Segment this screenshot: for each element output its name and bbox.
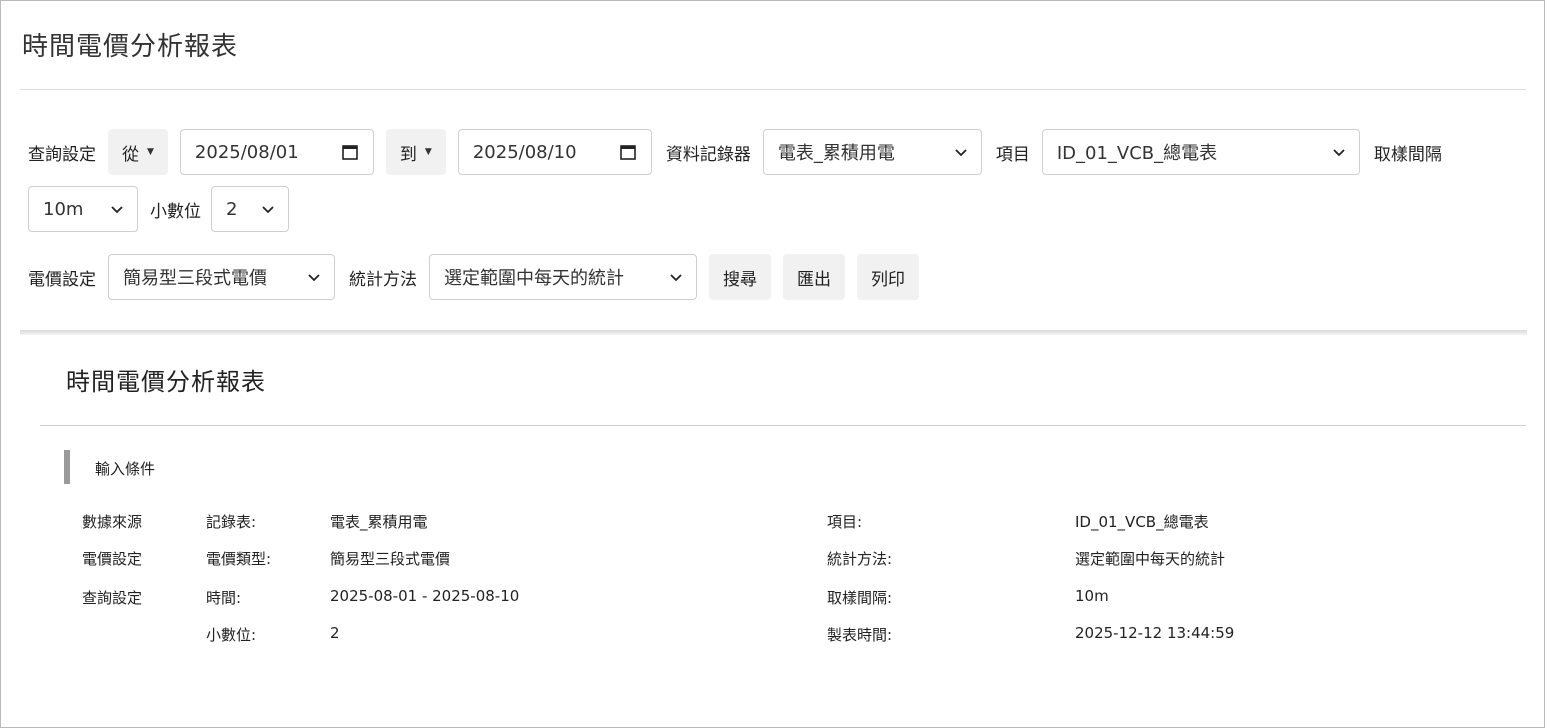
chevron-down-icon xyxy=(308,274,320,282)
sampling-interval-value: 10m xyxy=(43,198,84,220)
query-settings-heading: 查詢設定 xyxy=(82,589,143,607)
price-type-value: 簡易型三段式電價 xyxy=(330,550,451,568)
price-settings-label: 電價設定 xyxy=(28,269,96,290)
calendar-icon[interactable] xyxy=(619,143,637,161)
calendar-icon[interactable] xyxy=(341,143,359,161)
stat-method-label: 統計方法 xyxy=(349,269,417,290)
item-key: 項目: xyxy=(827,513,863,531)
to-date-value: 2025/08/10 xyxy=(472,141,577,163)
time-key: 時間: xyxy=(206,589,242,607)
page-title: 時間電價分析報表 xyxy=(22,32,239,62)
chevron-down-icon xyxy=(670,274,682,282)
section-heading: 輸入條件 xyxy=(95,460,156,478)
price-type-key: 電價類型: xyxy=(206,550,272,568)
interval-value: 10m xyxy=(1075,587,1109,605)
query-row-2: 10m 小數位 2 xyxy=(28,186,289,232)
to-label: 到 xyxy=(399,144,417,165)
price-row: 電價設定 簡易型三段式電價 統計方法 選定範圍中每天的統計 搜尋 匯出 列印 xyxy=(28,254,919,300)
decimal-value: 2 xyxy=(226,198,238,220)
stat-method-value: 選定範圍中每天的統計 xyxy=(1075,550,1226,568)
item-label: 項目 xyxy=(995,144,1030,165)
print-button[interactable]: 列印 xyxy=(857,254,919,300)
stat-method-value: 選定範圍中每天的統計 xyxy=(444,268,624,289)
decimal-key: 小數位: xyxy=(206,626,257,644)
export-button[interactable]: 匯出 xyxy=(783,254,845,300)
query-row-1: 查詢設定 從 ▼ 2025/08/01 到 ▼ 2025/08/10 資料記錄器… xyxy=(28,129,1442,175)
item-value: ID_01_VCB_總電表 xyxy=(1056,143,1218,164)
price-settings-heading: 電價設定 xyxy=(82,550,143,568)
interval-key: 取樣間隔: xyxy=(827,589,893,607)
price-type-value: 簡易型三段式電價 xyxy=(123,268,267,289)
price-type-select[interactable]: 簡易型三段式電價 xyxy=(108,254,335,300)
from-date-value: 2025/08/01 xyxy=(194,141,299,163)
chevron-down-icon xyxy=(111,206,123,214)
decimal-label: 小數位 xyxy=(150,201,201,222)
search-button[interactable]: 搜尋 xyxy=(709,254,771,300)
sampling-interval-label: 取樣間隔 xyxy=(1373,144,1442,165)
decimal-select[interactable]: 2 xyxy=(211,186,289,232)
item-select[interactable]: ID_01_VCB_總電表 xyxy=(1041,129,1360,175)
to-date-input[interactable]: 2025/08/10 xyxy=(457,129,652,175)
logger-key: 記錄表: xyxy=(206,513,257,531)
to-dropdown-button[interactable]: 到 ▼ xyxy=(385,129,446,175)
from-label: 從 xyxy=(122,144,139,165)
created-time-key: 製表時間: xyxy=(827,626,893,644)
data-source-heading: 數據來源 xyxy=(82,513,143,531)
stat-method-key: 統計方法: xyxy=(827,550,893,568)
query-settings-label: 查詢設定 xyxy=(28,144,96,165)
item-value: ID_01_VCB_總電表 xyxy=(1075,513,1209,531)
caret-down-icon: ▼ xyxy=(424,147,432,157)
data-logger-label: 資料記錄器 xyxy=(665,144,751,165)
data-logger-select[interactable]: 電表_累積用電 xyxy=(762,129,982,175)
chevron-down-icon xyxy=(955,149,967,157)
chevron-down-icon xyxy=(1333,149,1345,157)
created-time-value: 2025-12-12 13:44:59 xyxy=(1075,624,1235,642)
divider xyxy=(20,89,1526,90)
from-dropdown-button[interactable]: 從 ▼ xyxy=(108,129,168,175)
from-date-input[interactable]: 2025/08/01 xyxy=(179,129,374,175)
section-accent-bar xyxy=(64,450,70,484)
time-value: 2025-08-01 - 2025-08-10 xyxy=(330,587,520,605)
decimal-value: 2 xyxy=(330,624,340,642)
caret-down-icon: ▼ xyxy=(147,147,154,157)
logger-value: 電表_累積用電 xyxy=(330,513,428,531)
stat-method-select[interactable]: 選定範圍中每天的統計 xyxy=(429,254,697,300)
data-logger-value: 電表_累積用電 xyxy=(777,143,895,164)
report-title: 時間電價分析報表 xyxy=(66,368,266,396)
report-panel-edge xyxy=(20,330,1527,335)
divider xyxy=(40,425,1526,426)
sampling-interval-select[interactable]: 10m xyxy=(28,186,138,232)
chevron-down-icon xyxy=(262,206,274,214)
